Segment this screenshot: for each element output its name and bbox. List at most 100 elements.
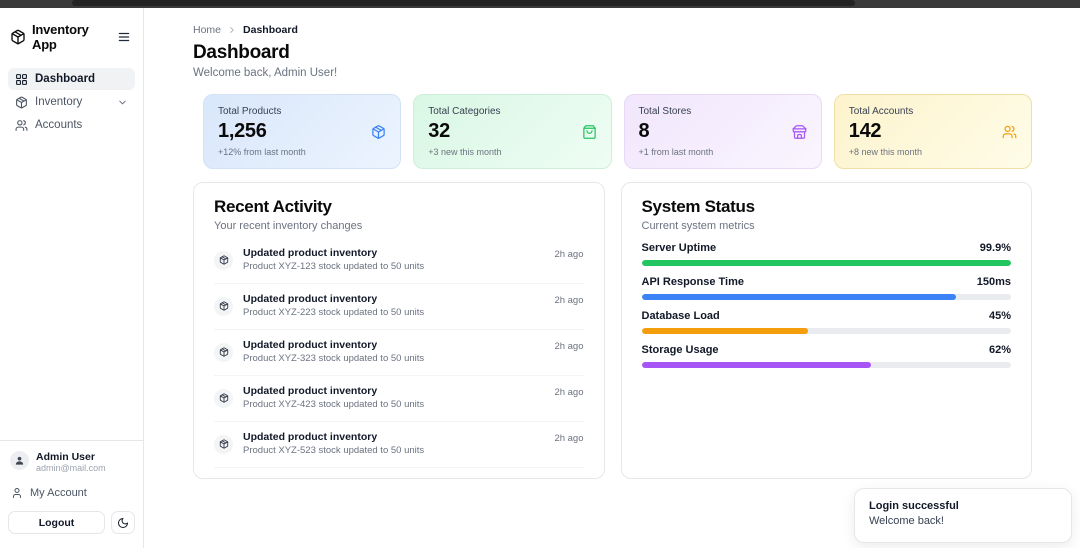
sidebar: Inventory App Dashboard Inventory Accoun…: [0, 8, 144, 548]
avatar: [10, 451, 29, 470]
stat-subtext: +8 new this month: [848, 147, 923, 157]
logout-button[interactable]: Logout: [8, 511, 105, 534]
sidebar-item-accounts[interactable]: Accounts: [8, 114, 135, 136]
metric-value: 45%: [988, 310, 1011, 322]
activity-title: Updated product inventory: [243, 293, 378, 305]
metric-value: 99.9%: [979, 242, 1011, 254]
window-top-bar-strip: [72, 0, 855, 6]
stat-card-total-products: Total Products 1,256 +12% from last mont…: [203, 94, 402, 169]
metric-value: 150ms: [976, 276, 1011, 288]
progress-fill: [641, 260, 1011, 266]
metric-api-response-time: API Response Time 150ms: [641, 276, 1011, 300]
system-status-subtitle: Current system metrics: [641, 220, 755, 232]
progress-fill: [641, 362, 871, 368]
stat-subtext: +1 from last month: [638, 147, 714, 157]
window-top-bar: [0, 0, 1080, 8]
hamburger-menu-icon: [117, 30, 131, 44]
sidebar-toggle-button[interactable]: [115, 28, 133, 46]
progress-track: [641, 328, 1011, 334]
stat-card-total-stores: Total Stores 8 +1 from last month: [623, 94, 822, 169]
stat-card-total-accounts: Total Accounts 142 +8 new this month: [833, 94, 1032, 169]
breadcrumb-home-link[interactable]: Home: [193, 24, 221, 36]
activity-description: Product XYZ-123 stock updated to 50 unit…: [243, 261, 425, 272]
metric-label: Database Load: [641, 310, 720, 322]
users-icon: [15, 119, 28, 132]
metric-label: Server Uptime: [641, 242, 717, 254]
metric-label: API Response Time: [641, 276, 745, 288]
activity-timestamp: 2h ago: [554, 249, 584, 260]
my-account-label: My Account: [30, 487, 87, 499]
sidebar-item-label: Dashboard: [35, 73, 96, 85]
user-icon: [11, 487, 23, 499]
activity-list: Updated product inventory Product XYZ-123…: [214, 238, 584, 468]
sidebar-item-label: Inventory: [35, 96, 83, 108]
stat-label: Total Accounts: [848, 106, 914, 117]
stat-subtext: +12% from last month: [218, 147, 306, 157]
breadcrumb: Home Dashboard: [193, 24, 1032, 36]
metric-label: Storage Usage: [641, 344, 719, 356]
activity-timestamp: 2h ago: [554, 295, 584, 306]
recent-activity-subtitle: Your recent inventory changes: [214, 220, 363, 232]
progress-track: [641, 260, 1011, 266]
chevron-right-icon: [227, 25, 237, 35]
my-account-link[interactable]: My Account: [8, 484, 135, 502]
activity-description: Product XYZ-423 stock updated to 50 unit…: [243, 399, 425, 410]
activity-description: Product XYZ-323 stock updated to 50 unit…: [243, 353, 425, 364]
app-title: Inventory App: [32, 22, 89, 52]
users-icon: [1002, 124, 1017, 139]
activity-timestamp: 2h ago: [554, 433, 584, 444]
page-title: Dashboard: [193, 42, 290, 63]
activity-description: Product XYZ-223 stock updated to 50 unit…: [243, 307, 425, 318]
progress-fill: [641, 294, 956, 300]
activity-title: Updated product inventory: [243, 431, 378, 443]
theme-toggle-button[interactable]: [111, 511, 135, 534]
metric-storage-usage: Storage Usage 62%: [641, 344, 1011, 368]
activity-item: Updated product inventory Product XYZ-223…: [214, 284, 584, 330]
progress-fill: [641, 328, 808, 334]
shopping-bag-icon: [582, 124, 597, 139]
user-name: Admin User: [36, 451, 95, 463]
app-root: Inventory App Dashboard Inventory Accoun…: [0, 8, 1080, 548]
stat-card-total-categories: Total Categories 32 +3 new this month: [413, 94, 612, 169]
activity-item: Updated product inventory Product XYZ-123…: [214, 238, 584, 284]
main-content: Home Dashboard Dashboard Welcome back, A…: [144, 8, 1080, 548]
chevron-down-icon: [117, 97, 128, 108]
package-icon: [214, 296, 233, 316]
recent-activity-title: Recent Activity: [214, 197, 332, 216]
stat-value: 8: [638, 120, 650, 142]
stat-value: 1,256: [218, 120, 267, 142]
sidebar-nav: Dashboard Inventory Accounts: [8, 68, 135, 136]
dashboard-grid-icon: [15, 73, 28, 86]
metric-value: 62%: [988, 344, 1011, 356]
activity-title: Updated product inventory: [243, 339, 378, 351]
system-status-panel: System Status Current system metrics Ser…: [620, 182, 1032, 479]
user-email: admin@mail.com: [36, 463, 106, 473]
stats-grid: Total Products 1,256 +12% from last mont…: [203, 94, 1032, 169]
package-icon: [214, 250, 233, 270]
activity-timestamp: 2h ago: [554, 341, 584, 352]
activity-title: Updated product inventory: [243, 385, 378, 397]
stat-value: 142: [848, 120, 882, 142]
system-status-title: System Status: [641, 197, 756, 216]
sidebar-footer-buttons: Logout: [8, 511, 135, 534]
activity-item: Updated product inventory Product XYZ-523…: [214, 422, 584, 468]
progress-track: [641, 362, 1011, 368]
stat-label: Total Stores: [638, 106, 692, 117]
package-icon: [214, 388, 233, 408]
moon-icon: [117, 517, 129, 529]
activity-item: Updated product inventory Product XYZ-323…: [214, 330, 584, 376]
recent-activity-panel: Recent Activity Your recent inventory ch…: [193, 182, 605, 479]
package-icon: [371, 124, 386, 139]
sidebar-item-inventory[interactable]: Inventory: [8, 91, 135, 113]
metrics-list: Server Uptime 99.9% API Response Time 15…: [641, 242, 1011, 368]
activity-title: Updated product inventory: [243, 247, 378, 259]
toast-notification[interactable]: Login successful Welcome back!: [854, 488, 1072, 543]
activity-description: Product XYZ-523 stock updated to 50 unit…: [243, 445, 425, 456]
sidebar-item-label: Accounts: [35, 119, 83, 131]
package-icon: [214, 342, 233, 362]
sidebar-item-dashboard[interactable]: Dashboard: [8, 68, 135, 90]
user-info: Admin User admin@mail.com: [8, 451, 135, 474]
stat-value: 32: [428, 120, 450, 142]
toast-title: Login successful: [869, 500, 959, 512]
